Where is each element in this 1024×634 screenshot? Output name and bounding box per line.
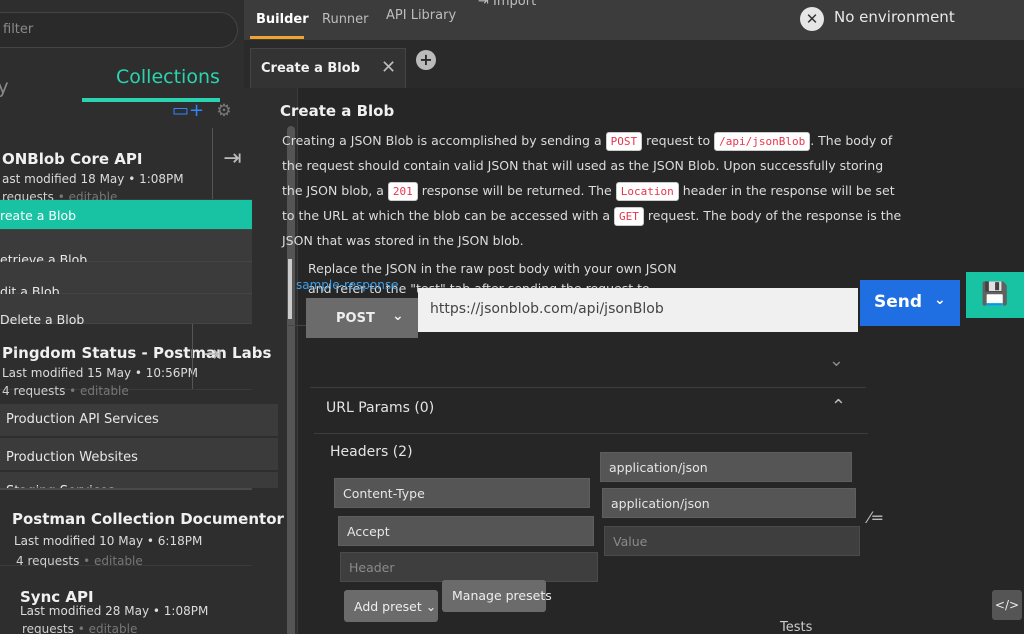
- add-preset-button[interactable]: Add preset ⌄: [344, 590, 438, 622]
- postman-app: filter ory Collections ▭+ ⚙ ONBlob Core …: [0, 0, 1024, 634]
- request-tab-bar: Create a Blob ✕ +: [244, 40, 1024, 88]
- collection-modified: ast modified 18 May • 1:08PM: [2, 172, 184, 186]
- code-get: GET: [614, 207, 644, 226]
- request-item-edit-blob[interactable]: dit a Blob: [0, 262, 252, 299]
- collection-jsonblob[interactable]: ONBlob Core API ast modified 18 May • 1:…: [0, 128, 252, 204]
- desc-text: request to: [646, 133, 711, 148]
- request-item-retrieve-blob[interactable]: etrieve a Blob: [0, 230, 252, 267]
- url-input[interactable]: https://jsonblob.com/api/jsonBlob: [418, 288, 858, 332]
- request-item-create-blob[interactable]: reate a Blob: [0, 200, 252, 230]
- send-label: Send: [874, 292, 923, 312]
- request-count: 4 requests: [16, 554, 80, 568]
- method-value: POST: [336, 311, 375, 326]
- tab-api-library[interactable]: API Library: [386, 8, 456, 23]
- auth-section-collapsed[interactable]: ⌄: [310, 342, 866, 388]
- collection-requests: 4 requests • editable: [16, 554, 143, 568]
- collection-modified: Last modified 28 May • 1:08PM: [20, 604, 209, 618]
- request-tab-create-blob[interactable]: Create a Blob ✕: [250, 48, 406, 88]
- folder-staging-services[interactable]: Staging Services: [0, 472, 278, 499]
- header-key-input[interactable]: Header: [340, 552, 598, 582]
- collection-title: Postman Collection Documentor: [12, 510, 284, 528]
- description-title: Create a Blob: [280, 102, 395, 120]
- url-params-label: URL Params (0): [326, 400, 435, 416]
- save-icon[interactable]: 💾: [966, 272, 1024, 318]
- chevron-down-icon: ⌄: [425, 599, 437, 614]
- collection-modified: Last modified 15 May • 10:56PM: [2, 366, 198, 380]
- editable-label: • editable: [77, 622, 138, 634]
- tab-history[interactable]: ory: [0, 76, 9, 98]
- import-label: Import: [493, 0, 537, 9]
- collection-requests: requests • editable: [22, 622, 137, 634]
- chevron-down-icon[interactable]: ⌄: [829, 350, 844, 371]
- collection-title: ONBlob Core API: [2, 150, 143, 168]
- enter-collection-icon[interactable]: ⇥: [212, 128, 252, 199]
- chevron-up-icon[interactable]: ⌃: [831, 396, 846, 417]
- bulk-edit-icon[interactable]: ⁄=: [868, 508, 884, 527]
- tab-runner[interactable]: Runner: [322, 12, 369, 27]
- header-value-field[interactable]: application/json: [600, 452, 852, 482]
- request-item-delete-blob[interactable]: Delete a Blob: [0, 294, 252, 327]
- tab-collections[interactable]: Collections: [116, 66, 220, 88]
- environment-label: No environment: [834, 8, 955, 26]
- manage-presets-button[interactable]: Manage presets: [442, 580, 552, 612]
- environment-selector[interactable]: ✕ No environment: [800, 4, 1020, 34]
- new-folder-icon[interactable]: ▭+: [172, 100, 204, 122]
- add-tab-icon[interactable]: +: [416, 50, 436, 70]
- folder-production-websites[interactable]: Production Websites: [0, 438, 278, 470]
- send-button[interactable]: Send ⌄: [860, 280, 960, 326]
- request-count: requests: [22, 622, 74, 634]
- add-preset-label: Add preset: [354, 599, 422, 614]
- import-icon: ⇥: [478, 0, 494, 9]
- request-tab-title: Create a Blob: [261, 61, 360, 76]
- import-button[interactable]: ⇥ Import: [478, 0, 536, 9]
- collection-modified: Last modified 10 May • 6:18PM: [14, 534, 203, 548]
- desc-text: response will be returned. The: [421, 183, 612, 198]
- code-location: Location: [615, 182, 679, 201]
- collection-documentor[interactable]: Postman Collection Documentor Last modif…: [0, 488, 284, 568]
- collection-pingdom[interactable]: Pingdom Status - Postman Labs Last modif…: [0, 324, 271, 398]
- sidebar: filter ory Collections ▭+ ⚙ ONBlob Core …: [0, 0, 298, 634]
- folder-production-api[interactable]: Production API Services: [0, 404, 278, 436]
- enter-collection-icon[interactable]: ⇥: [192, 324, 232, 389]
- editable-label: • editable: [69, 384, 129, 398]
- method-select[interactable]: POST ⌄: [306, 298, 418, 338]
- description-body: Creating a JSON Blob is accomplished by …: [282, 128, 902, 253]
- editable-label: • editable: [83, 554, 143, 568]
- header-value-input[interactable]: Value: [604, 526, 860, 556]
- gear-icon[interactable]: ⚙: [212, 100, 236, 122]
- top-bar: Builder Runner API Library ⇥ Import ✕ No…: [244, 0, 1024, 40]
- code-snippet-icon[interactable]: </>: [992, 590, 1022, 620]
- code-post: POST: [605, 132, 643, 151]
- chevron-down-icon: ⌄: [392, 308, 404, 324]
- close-icon[interactable]: ✕: [381, 57, 396, 78]
- chevron-down-icon[interactable]: ⌄: [934, 292, 946, 308]
- no-environment-icon: ✕: [800, 7, 824, 31]
- sidebar-tools: ▭+ ⚙: [172, 100, 242, 126]
- header-key-field[interactable]: Content-Type: [334, 478, 590, 508]
- url-params-section[interactable]: URL Params (0) ⌃: [314, 390, 868, 434]
- code-201: 201: [387, 182, 418, 201]
- header-value-field[interactable]: application/json: [602, 488, 856, 518]
- tab-builder[interactable]: Builder: [256, 12, 309, 27]
- headers-label: Headers (2): [330, 444, 413, 460]
- builder-tab-underline: [250, 36, 304, 39]
- request-count: 4 requests: [2, 384, 66, 398]
- code-path: /api/jsonBlob: [714, 132, 811, 151]
- filter-input[interactable]: filter: [0, 12, 238, 48]
- collection-sync-api[interactable]: Sync API Last modified 28 May • 1:08PM r…: [0, 568, 252, 634]
- filter-placeholder: filter: [3, 22, 34, 37]
- collection-requests: 4 requests • editable: [2, 384, 129, 398]
- header-key-field[interactable]: Accept: [338, 516, 594, 546]
- tab-tests[interactable]: Tests: [780, 620, 812, 634]
- url-bar: POST ⌄ https://jsonblob.com/api/jsonBlob…: [306, 272, 1024, 338]
- desc-text: Creating a JSON Blob is accomplished by …: [282, 133, 602, 148]
